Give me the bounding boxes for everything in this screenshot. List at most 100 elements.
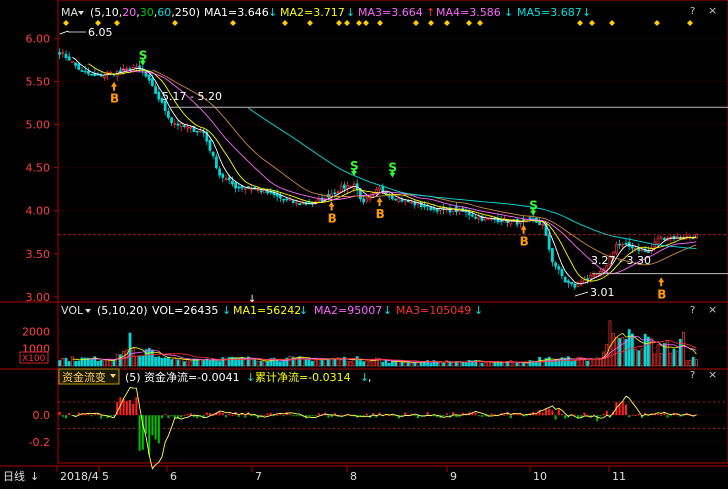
fund-flow-bar[interactable] [266, 413, 269, 416]
period-arrow-down-icon[interactable]: ↓ [30, 470, 39, 483]
fund-flow-bar[interactable] [109, 415, 112, 417]
volume-bar[interactable] [333, 358, 337, 367]
volume-bar[interactable] [61, 358, 65, 367]
candle-body[interactable] [208, 140, 212, 151]
volume-bar[interactable] [90, 358, 93, 367]
candle-body[interactable] [477, 216, 481, 220]
event-diamond-icon[interactable] [282, 20, 288, 26]
event-diamond-icon[interactable] [466, 20, 472, 26]
candle-body[interactable] [282, 198, 285, 201]
candle-body[interactable] [551, 248, 554, 263]
vol-dropdown-icon[interactable] [85, 309, 91, 313]
candle-body[interactable] [99, 74, 103, 77]
volume-bar[interactable] [653, 353, 657, 367]
fund-flow-bar[interactable] [61, 415, 64, 417]
fund-flow-bar[interactable] [624, 404, 628, 416]
candle-body[interactable] [471, 214, 474, 217]
candle-body[interactable] [397, 198, 401, 202]
volume-bar[interactable] [160, 357, 164, 367]
event-diamond-icon[interactable] [172, 20, 178, 26]
volume-bar[interactable] [170, 359, 173, 367]
event-diamond-icon[interactable] [589, 20, 595, 26]
candle-body[interactable] [151, 78, 154, 87]
volume-bar[interactable] [96, 361, 100, 367]
volume-bar[interactable] [695, 359, 698, 367]
fund-flow-bar[interactable] [237, 415, 240, 417]
fund-flow-bar[interactable] [317, 413, 320, 416]
fund-flow-bar[interactable] [125, 400, 128, 416]
volume-bar[interactable] [323, 358, 327, 367]
volume-bar[interactable] [173, 357, 177, 367]
fund-flow-bar[interactable] [365, 413, 368, 416]
fund-flow-bar[interactable] [138, 415, 141, 451]
fund-flow-bar[interactable] [183, 414, 186, 416]
candle-body[interactable] [157, 91, 161, 100]
fund-flow-bar[interactable] [605, 410, 608, 416]
event-diamond-icon[interactable] [444, 20, 450, 26]
fund-flow-bar[interactable] [314, 415, 317, 417]
candle-body[interactable] [346, 185, 349, 189]
event-diamond-icon[interactable] [336, 20, 342, 26]
candle-body[interactable] [211, 151, 215, 157]
volume-bar[interactable] [640, 348, 644, 367]
chart-canvas[interactable]: 6.05 5.17 - 5.20 3.27 - 3.30 3.01 BSBSBSBSB… [0, 0, 728, 485]
event-diamond-icon[interactable] [230, 20, 236, 26]
candle-body[interactable] [339, 185, 343, 193]
vol-panel-help-button[interactable]: ? [690, 305, 695, 316]
volume-bar[interactable] [208, 360, 212, 367]
candle-body[interactable] [218, 168, 221, 176]
candle-body[interactable] [58, 52, 61, 55]
vol-indicator-selector[interactable]: VOL [61, 304, 84, 317]
candle-body[interactable] [243, 187, 247, 190]
candle-body[interactable] [215, 156, 218, 169]
ma-indicator-selector[interactable]: MA [61, 6, 78, 19]
volume-bar[interactable] [451, 362, 455, 367]
fund-flow-bar[interactable] [189, 412, 192, 416]
fund-flow-bar[interactable] [221, 412, 224, 416]
candle-body[interactable] [656, 238, 660, 244]
fund-flow-bar[interactable] [525, 415, 528, 417]
volume-bar[interactable] [355, 356, 359, 367]
fund-flow-bar[interactable] [634, 414, 637, 416]
event-diamond-icon[interactable] [63, 20, 69, 26]
fund-flow-bar[interactable] [231, 415, 234, 417]
volume-bar[interactable] [387, 362, 391, 367]
volume-bar[interactable] [397, 361, 401, 367]
candle-body[interactable] [250, 188, 253, 191]
fund-flow-bar[interactable] [583, 412, 586, 416]
fund-flow-bar[interactable] [509, 415, 512, 419]
volume-bar[interactable] [154, 357, 157, 367]
candle-body[interactable] [547, 233, 551, 250]
fund-flow-bar[interactable] [132, 403, 135, 416]
candle-body[interactable] [259, 190, 263, 193]
candle-body[interactable] [119, 70, 122, 73]
candle-body[interactable] [333, 192, 337, 195]
candle-body[interactable] [74, 62, 77, 66]
fund-flow-bar[interactable] [663, 412, 666, 416]
fund-flow-bar[interactable] [404, 412, 407, 416]
candle-body[interactable] [195, 130, 199, 133]
candle-body[interactable] [567, 280, 570, 283]
indicator-dropdown-icon[interactable] [78, 11, 84, 15]
volume-bar[interactable] [202, 360, 205, 367]
volume-bar[interactable] [464, 361, 468, 367]
candle-body[interactable] [285, 198, 289, 201]
fund-flow-bar[interactable] [298, 415, 301, 417]
volume-bar[interactable] [573, 360, 577, 367]
volume-bar[interactable] [199, 359, 202, 367]
fund-flow-bar[interactable] [544, 408, 548, 416]
volume-bar[interactable] [327, 358, 330, 367]
volume-bar[interactable] [570, 361, 573, 367]
candle-body[interactable] [183, 125, 186, 127]
fund-flow-bar[interactable] [135, 397, 138, 416]
volume-bar[interactable] [461, 361, 465, 367]
volume-bar[interactable] [608, 320, 612, 367]
candle-body[interactable] [631, 245, 634, 249]
fund-flow-bar[interactable] [554, 415, 557, 420]
fund-flow-bar[interactable] [682, 415, 685, 417]
candle-body[interactable] [237, 186, 241, 189]
event-diamond-icon[interactable] [344, 20, 350, 26]
candle-body[interactable] [391, 194, 394, 200]
fund-flow-bar[interactable] [263, 415, 266, 417]
volume-bar[interactable] [346, 361, 349, 367]
